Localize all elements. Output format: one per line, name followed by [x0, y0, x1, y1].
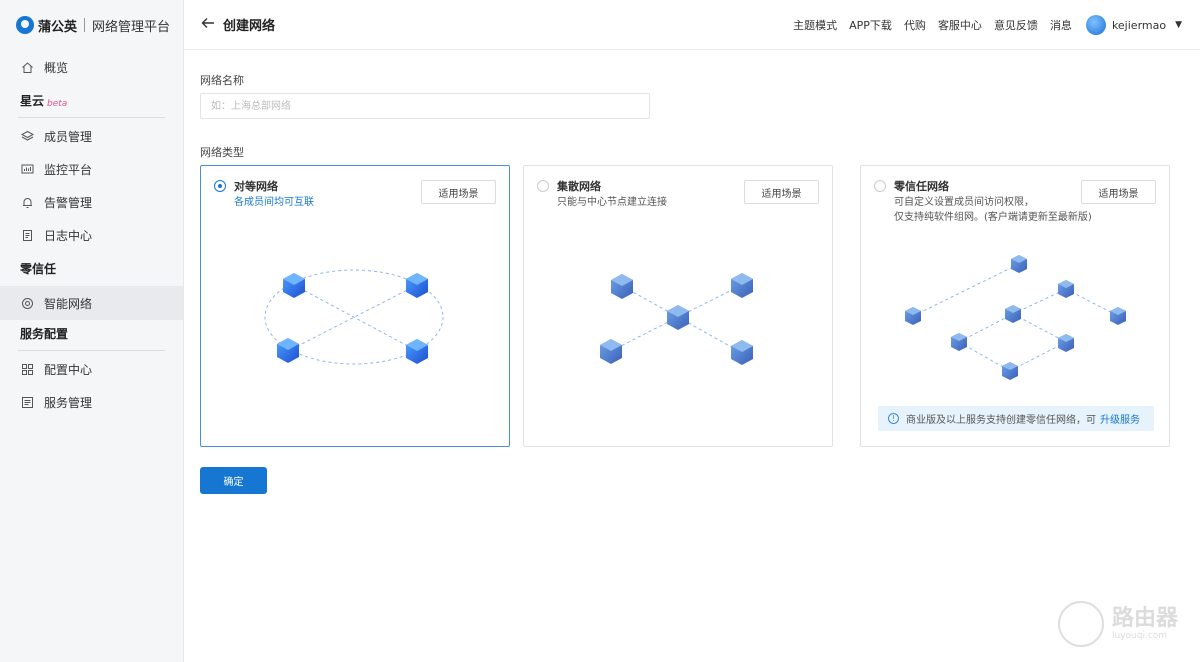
layers-icon	[20, 130, 34, 144]
node-cube	[731, 273, 753, 298]
sidebar-item-label: 日志中心	[44, 229, 93, 243]
avatar[interactable]	[1085, 15, 1106, 35]
node-cube	[667, 305, 689, 330]
node-cube	[1058, 280, 1074, 298]
info-icon: !	[888, 413, 899, 424]
network-type-label: 网络类型	[200, 146, 244, 159]
top-header: 创建网络 主题模式 APP下载 代购 客服中心 意见反馈 消息 kejierma…	[184, 0, 1200, 50]
username[interactable]: kejiermao	[1112, 19, 1166, 32]
list-icon	[20, 396, 34, 410]
divider	[18, 117, 165, 118]
network-type-card-p2p[interactable]: 对等网络 各成员间均可互联 适用场景	[200, 165, 510, 447]
network-type-card-zerotrust[interactable]: 零信任网络 可自定义设置成员间访问权限， 仅支持纯软件组网。(客户端请更新至最新…	[860, 165, 1170, 447]
sidebar-group-label: 星云	[20, 94, 45, 108]
watermark-text-block: 路由器 luyouqi.com	[1112, 606, 1179, 642]
sidebar-item-label: 监控平台	[44, 163, 93, 177]
app-download-link[interactable]: APP下载	[849, 17, 892, 33]
node-cube	[611, 274, 633, 299]
customer-service-link[interactable]: 客服中心	[938, 17, 982, 33]
caret-down-icon[interactable]: ▼	[1175, 20, 1182, 30]
p2p-topology-illustration	[264, 269, 444, 365]
upgrade-notice: ! 商业版及以上服务支持创建零信任网络，可 升级服务	[878, 406, 1154, 431]
network-type-card-hub[interactable]: 集散网络 只能与中心节点建立连接 适用场景	[523, 165, 833, 447]
node-cube	[600, 339, 622, 364]
node-cube	[406, 273, 428, 298]
sidebar-item-overview[interactable]: 概览	[0, 51, 183, 84]
sidebar-group-xingyun: 星云 beta	[0, 84, 183, 117]
sidebar-item-smart-network[interactable]: 智能网络	[0, 286, 183, 320]
bell-icon	[20, 196, 34, 210]
node-cube	[1005, 305, 1021, 323]
sidebar-item-monitor[interactable]: 监控平台	[0, 153, 183, 186]
home-icon	[20, 61, 34, 75]
router-logo-icon	[1058, 601, 1104, 647]
sidebar-item-alerts[interactable]: 告警管理	[0, 186, 183, 219]
logo[interactable]: 蒲公英 网络管理平台	[0, 0, 183, 50]
sidebar-item-service-manage[interactable]: 服务管理	[0, 386, 183, 419]
watermark: 路由器 luyouqi.com	[1058, 596, 1188, 652]
node-cube	[951, 333, 967, 351]
sidebar: 蒲公英 网络管理平台 概览 星云 beta 成员管理 监控平台 告警管理 日志中…	[0, 0, 184, 662]
network-name-input[interactable]	[200, 93, 650, 119]
feedback-link[interactable]: 意见反馈	[994, 17, 1038, 33]
brand-name: 蒲公英	[38, 19, 78, 35]
monitor-icon	[20, 163, 34, 177]
sidebar-item-label: 服务管理	[44, 396, 93, 410]
node-cube	[1058, 334, 1074, 352]
sidebar-item-label: 告警管理	[44, 196, 93, 210]
sidebar-item-label: 成员管理	[44, 130, 93, 144]
sidebar-group-label: 服务配置	[20, 327, 69, 341]
hub-topology-illustration	[600, 273, 753, 365]
sidebar-group-service: 服务配置	[0, 320, 183, 350]
node-cube	[731, 340, 753, 365]
purchase-agent-link[interactable]: 代购	[904, 17, 926, 33]
node-cube	[277, 338, 299, 363]
sidebar-item-label: 智能网络	[44, 296, 93, 311]
node-cube	[406, 339, 428, 364]
node-cube	[1011, 255, 1027, 273]
messages-link[interactable]: 消息	[1050, 17, 1072, 33]
notice-text: 商业版及以上服务支持创建零信任网络，可	[906, 415, 1096, 426]
sidebar-item-members[interactable]: 成员管理	[0, 120, 183, 153]
sidebar-group-zerotrust: 零信任	[0, 252, 183, 286]
brand-subtitle: 网络管理平台	[92, 19, 171, 35]
watermark-url: luyouqi.com	[1112, 631, 1168, 641]
smart-network-icon	[20, 296, 34, 310]
sidebar-item-label: 概览	[44, 61, 69, 75]
sidebar-item-logs[interactable]: 日志中心	[0, 219, 183, 252]
sidebar-group-label: 零信任	[20, 262, 57, 276]
theme-mode-link[interactable]: 主题模式	[793, 17, 837, 33]
back-arrow-icon[interactable]	[201, 17, 215, 33]
node-cube	[1110, 307, 1126, 325]
confirm-button[interactable]: 确定	[200, 467, 267, 494]
brand-divider	[84, 18, 86, 32]
header-links: 主题模式 APP下载 代购 客服中心 意见反馈 消息 kejiermao ▼	[781, 0, 1182, 50]
page-title: 创建网络	[223, 19, 276, 34]
grid-icon	[20, 363, 34, 377]
document-icon	[20, 229, 34, 243]
sidebar-item-label: 配置中心	[44, 363, 93, 377]
sidebar-item-config[interactable]: 配置中心	[0, 353, 183, 386]
divider	[18, 350, 165, 351]
beta-badge: beta	[47, 99, 68, 109]
node-cube	[1002, 362, 1018, 380]
node-cube	[905, 307, 921, 325]
pugongying-logo-icon	[16, 16, 34, 34]
network-name-label: 网络名称	[200, 74, 244, 87]
upgrade-service-link[interactable]: 升级服务	[1100, 411, 1140, 426]
watermark-text: 路由器	[1112, 606, 1179, 631]
node-cube	[283, 273, 305, 298]
